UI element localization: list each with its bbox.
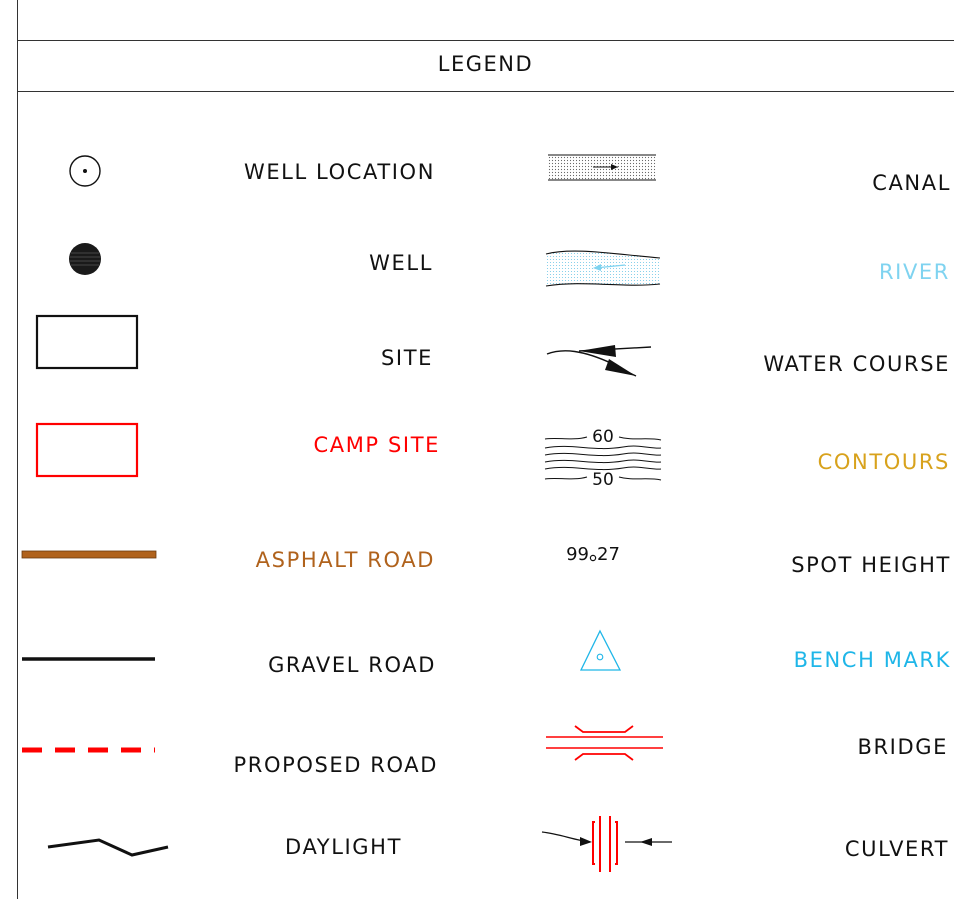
legend-label-culvert: CULVERT <box>844 837 949 861</box>
frame-left-border <box>17 0 18 899</box>
legend-label-asphalt-road: ASPHALT ROAD <box>255 548 435 572</box>
legend-label-well: WELL <box>369 251 433 275</box>
well-icon <box>69 243 101 275</box>
spot-height-point <box>589 554 597 562</box>
legend-label-camp-site: CAMP SITE <box>313 433 440 457</box>
camp-site-rectangle-icon <box>35 422 139 478</box>
spot-height-decimal: 27 <box>597 544 620 565</box>
proposed-road-dashed-icon <box>22 747 155 753</box>
title-bottom-divider <box>17 91 954 92</box>
legend-label-proposed-road: PROPOSED ROAD <box>233 753 438 777</box>
legend-label-spot-height: SPOT HEIGHT <box>791 553 951 577</box>
legend-label-river: RIVER <box>878 260 950 284</box>
legend-label-well-location: WELL LOCATION <box>243 160 435 184</box>
spot-height-icon: 99 27 <box>566 544 620 565</box>
legend-label-water-course: WATER COURSE <box>763 352 950 376</box>
title-top-divider <box>17 40 954 41</box>
daylight-line-icon <box>47 838 169 857</box>
bench-mark-icon <box>579 629 622 671</box>
legend-label-bridge: BRIDGE <box>857 735 948 759</box>
legend-label-bench-mark: BENCH MARK <box>793 648 951 672</box>
contour-label-lower: 50 <box>592 470 614 490</box>
legend-label-site: SITE <box>380 346 433 370</box>
well-location-icon <box>69 155 101 187</box>
legend-label-canal: CANAL <box>872 171 951 195</box>
contours-icon: 60 50 <box>544 427 662 490</box>
legend-label-daylight: DAYLIGHT <box>285 835 402 859</box>
legend-label-gravel-road: GRAVEL ROAD <box>268 653 436 677</box>
bridge-icon <box>546 725 663 761</box>
culvert-icon <box>541 816 672 872</box>
contour-label-upper: 60 <box>592 427 614 447</box>
canal-icon <box>548 154 656 181</box>
spot-height-integer: 99 <box>566 544 589 565</box>
river-icon <box>545 250 661 287</box>
site-rectangle-icon <box>35 314 139 370</box>
water-course-icon <box>546 345 652 377</box>
asphalt-road-line-icon <box>21 550 157 559</box>
legend-label-contours: CONTOURS <box>817 450 950 474</box>
gravel-road-line-icon <box>22 657 155 661</box>
legend-title: LEGEND <box>437 52 534 76</box>
